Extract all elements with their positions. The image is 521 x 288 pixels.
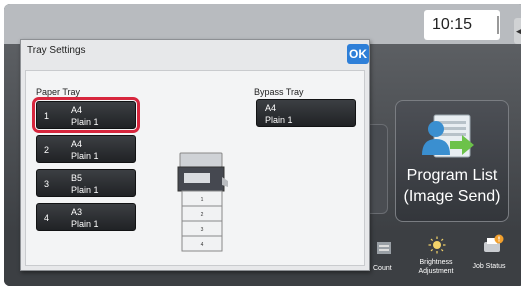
brightness-label-line2: Adjustment bbox=[418, 268, 454, 275]
program-list-label: Program List (Image Send) bbox=[403, 167, 501, 205]
clock: 10:15 bbox=[432, 16, 473, 33]
tray-number: 4 bbox=[44, 213, 50, 223]
tray-paper-type: Plain 1 bbox=[71, 185, 99, 195]
tray-4-button[interactable]: 4 A3 Plain 1 bbox=[36, 203, 136, 231]
screen-root: 10:15 ◀ Program List (Image Send) Count … bbox=[0, 0, 521, 288]
tray-settings-dialog: Tray Settings OK Paper Tray Bypass Tray … bbox=[20, 39, 370, 271]
status-bar: 10:15 ◀ bbox=[4, 4, 521, 44]
job-status-button[interactable]: Job Status bbox=[464, 230, 514, 286]
tray-paper-type: Plain 1 bbox=[71, 151, 99, 161]
tray-settings-panel: Paper Tray Bypass Tray 1 A4 Plain 1 2 A4… bbox=[25, 70, 365, 266]
printer-status-icon bbox=[484, 234, 504, 252]
tray-3-button[interactable]: 3 B5 Plain 1 bbox=[36, 169, 136, 197]
drawer-number-1: 1 bbox=[201, 197, 204, 203]
tray-paper-size: A4 bbox=[71, 139, 83, 149]
bypass-tray-button[interactable]: A4 Plain 1 bbox=[256, 99, 356, 127]
tray-1-highlight bbox=[32, 97, 140, 133]
bypass-paper-type: Plain 1 bbox=[265, 115, 293, 125]
tray-number: 2 bbox=[44, 145, 50, 155]
drawer-number-3: 3 bbox=[201, 227, 204, 233]
multifunction-printer-icon: 1 2 3 4 bbox=[177, 152, 228, 252]
counter-icon bbox=[377, 242, 391, 254]
paper-tray-heading: Paper Tray bbox=[36, 87, 81, 97]
bypass-tray-heading: Bypass Tray bbox=[254, 87, 304, 97]
contacts-send-icon bbox=[422, 114, 474, 158]
sun-icon bbox=[428, 236, 446, 254]
brightness-label: Brightness Adjustment bbox=[408, 258, 464, 276]
drawer-number-4: 4 bbox=[201, 242, 204, 248]
tray-paper-size: B5 bbox=[71, 173, 83, 183]
tray-2-button[interactable]: 2 A4 Plain 1 bbox=[36, 135, 136, 163]
dialog-title: Tray Settings bbox=[27, 45, 86, 56]
drawer-number-2: 2 bbox=[201, 212, 204, 218]
brightness-label-line1: Brightness bbox=[419, 259, 453, 266]
job-status-label: Job Status bbox=[472, 263, 506, 270]
count-label: Count bbox=[373, 265, 392, 272]
program-list-image-send-tile[interactable]: Program List (Image Send) bbox=[395, 100, 509, 222]
ok-button[interactable]: OK bbox=[347, 44, 369, 64]
side-panel-arrow-icon[interactable]: ◀ bbox=[514, 18, 521, 44]
status-divider bbox=[497, 16, 499, 34]
tray-paper-type: Plain 1 bbox=[71, 219, 99, 229]
brightness-adjustment-button[interactable]: Brightness Adjustment bbox=[408, 230, 464, 286]
tray-number: 3 bbox=[44, 179, 50, 189]
bypass-paper-size: A4 bbox=[265, 103, 277, 113]
tray-paper-size: A3 bbox=[71, 207, 83, 217]
